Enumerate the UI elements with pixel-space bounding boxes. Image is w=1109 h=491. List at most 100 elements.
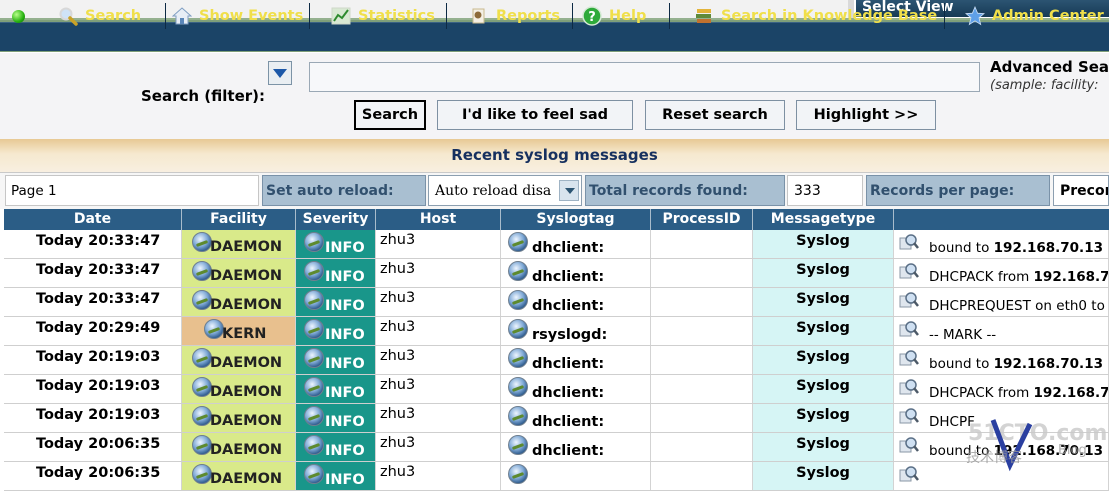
- host-text: zhu3: [380, 261, 416, 277]
- cell-facility[interactable]: DAEMON: [182, 259, 296, 287]
- message-detail-icon[interactable]: [899, 320, 919, 338]
- col-processid[interactable]: ProcessID: [651, 209, 753, 230]
- table-row[interactable]: Today 20:33:47 DAEMON INFO zhu3 dhclient: Sys…: [4, 230, 1109, 259]
- search-button[interactable]: Search: [354, 100, 426, 130]
- syslogtag-text: dhclient:: [532, 298, 605, 314]
- cell-message[interactable]: bound to 192.168.70.13: [894, 346, 1109, 374]
- menu-admin-center[interactable]: Admin Center: [965, 3, 1109, 29]
- cell-host[interactable]: zhu3: [376, 288, 501, 316]
- severity-text: INFO: [325, 327, 365, 343]
- cell-syslogtag[interactable]: dhclient:: [501, 259, 651, 287]
- menu-search[interactable]: Search: [58, 3, 166, 29]
- cell-host[interactable]: zhu3: [376, 462, 501, 490]
- cell-host[interactable]: zhu3: [376, 404, 501, 432]
- cell-severity[interactable]: INFO: [296, 230, 376, 258]
- cell-message[interactable]: bound to 192.168.70.13: [894, 230, 1109, 258]
- records-per-page-select[interactable]: Precon: [1053, 175, 1109, 206]
- cell-syslogtag[interactable]: dhclient:: [501, 288, 651, 316]
- cell-messagetype: Syslog: [753, 317, 894, 345]
- cell-facility[interactable]: DAEMON: [182, 375, 296, 403]
- cell-facility[interactable]: DAEMON: [182, 433, 296, 461]
- cell-messagetype: Syslog: [753, 346, 894, 374]
- auto-reload-select[interactable]: Auto reload disa: [428, 175, 582, 206]
- date-text: Today 20:29:49: [36, 320, 161, 336]
- message-detail-icon[interactable]: [899, 349, 919, 367]
- menu-statistics[interactable]: Statistics: [331, 3, 447, 29]
- col-host[interactable]: Host: [376, 209, 501, 230]
- message-text: -- MARK --: [929, 326, 996, 344]
- col-severity[interactable]: Severity: [296, 209, 376, 230]
- cell-host[interactable]: zhu3: [376, 433, 501, 461]
- message-detail-icon[interactable]: [899, 436, 919, 454]
- cell-syslogtag[interactable]: dhclient:: [501, 404, 651, 432]
- message-bold: 192.168.7: [1033, 385, 1109, 401]
- cell-syslogtag[interactable]: rsyslogd:: [501, 317, 651, 345]
- cell-severity[interactable]: INFO: [296, 288, 376, 316]
- cell-message[interactable]: DHCPREQUEST on eth0 to: [894, 288, 1109, 316]
- cell-syslogtag[interactable]: dhclient:: [501, 230, 651, 258]
- cell-message[interactable]: -- MARK --: [894, 317, 1109, 345]
- cell-severity[interactable]: INFO: [296, 375, 376, 403]
- message-text: bound to 192.168.70.13: [929, 442, 1103, 460]
- cell-message[interactable]: DHCPF: [894, 404, 1109, 432]
- cell-severity[interactable]: INFO: [296, 433, 376, 461]
- cell-severity[interactable]: INFO: [296, 462, 376, 490]
- message-detail-icon[interactable]: [899, 378, 919, 396]
- highlight-button[interactable]: Highlight >>: [796, 100, 936, 130]
- reset-search-button[interactable]: Reset search: [645, 100, 785, 130]
- message-detail-icon[interactable]: [899, 291, 919, 309]
- table-row[interactable]: Today 20:33:47 DAEMON INFO zhu3 dhclient: Sys…: [4, 259, 1109, 288]
- cell-syslogtag[interactable]: [501, 462, 651, 490]
- cell-syslogtag[interactable]: dhclient:: [501, 433, 651, 461]
- cell-host[interactable]: zhu3: [376, 317, 501, 345]
- menu-help[interactable]: ? Help: [582, 3, 670, 29]
- table-row[interactable]: Today 20:06:35 DAEMON INFO zhu3 dhclient: Sys…: [4, 433, 1109, 462]
- cell-message[interactable]: DHCPACK from 192.168.7: [894, 375, 1109, 403]
- cell-host[interactable]: zhu3: [376, 230, 501, 258]
- cell-facility[interactable]: DAEMON: [182, 462, 296, 490]
- table-row[interactable]: Today 20:19:03 DAEMON INFO zhu3 dhclient: Sys…: [4, 375, 1109, 404]
- cell-facility[interactable]: KERN: [182, 317, 296, 345]
- col-messagetype[interactable]: Messagetype: [753, 209, 894, 230]
- col-message[interactable]: [894, 209, 1109, 230]
- feel-sad-button[interactable]: I'd like to feel sad: [437, 100, 633, 130]
- cell-host[interactable]: zhu3: [376, 375, 501, 403]
- message-detail-icon[interactable]: [899, 262, 919, 280]
- chevron-down-icon[interactable]: [559, 180, 579, 201]
- menu-knowledge-base[interactable]: Search in Knowledge Base: [694, 3, 945, 29]
- message-detail-icon[interactable]: [899, 465, 919, 483]
- cell-host[interactable]: zhu3: [376, 346, 501, 374]
- col-facility[interactable]: Facility: [182, 209, 296, 230]
- col-date[interactable]: Date: [4, 209, 182, 230]
- message-detail-icon[interactable]: [899, 407, 919, 425]
- search-filter-input[interactable]: [309, 62, 980, 92]
- globe-icon: [304, 435, 324, 455]
- cell-severity[interactable]: INFO: [296, 259, 376, 287]
- cell-severity[interactable]: INFO: [296, 317, 376, 345]
- message-text: bound to 192.168.70.13: [929, 239, 1103, 257]
- cell-facility[interactable]: DAEMON: [182, 230, 296, 258]
- menu-show-events[interactable]: Show Events: [172, 3, 310, 29]
- cell-severity[interactable]: INFO: [296, 404, 376, 432]
- table-row[interactable]: Today 20:06:35 DAEMON INFO zhu3 Syslog: [4, 462, 1109, 491]
- table-row[interactable]: Today 20:19:03 DAEMON INFO zhu3 dhclient: Sys…: [4, 346, 1109, 375]
- cell-severity[interactable]: INFO: [296, 346, 376, 374]
- message-detail-icon[interactable]: [899, 233, 919, 251]
- cell-message[interactable]: bound to 192.168.70.13: [894, 433, 1109, 461]
- cell-message[interactable]: [894, 462, 1109, 490]
- menu-reports[interactable]: Reports: [469, 3, 573, 29]
- cell-syslogtag[interactable]: dhclient:: [501, 346, 651, 374]
- col-syslogtag[interactable]: Syslogtag: [501, 209, 651, 230]
- table-row[interactable]: Today 20:33:47 DAEMON INFO zhu3 dhclient: Sys…: [4, 288, 1109, 317]
- cell-facility[interactable]: DAEMON: [182, 288, 296, 316]
- star-icon: [965, 6, 985, 26]
- table-row[interactable]: Today 20:19:03 DAEMON INFO zhu3 dhclient: Sys…: [4, 404, 1109, 433]
- filter-options-dropdown[interactable]: [268, 61, 292, 85]
- messagetype-text: Syslog: [796, 291, 850, 307]
- cell-message[interactable]: DHCPACK from 192.168.7: [894, 259, 1109, 287]
- table-row[interactable]: Today 20:29:49 KERN INFO zhu3 rsyslogd: Syslo…: [4, 317, 1109, 346]
- cell-syslogtag[interactable]: dhclient:: [501, 375, 651, 403]
- cell-facility[interactable]: DAEMON: [182, 404, 296, 432]
- cell-facility[interactable]: DAEMON: [182, 346, 296, 374]
- cell-host[interactable]: zhu3: [376, 259, 501, 287]
